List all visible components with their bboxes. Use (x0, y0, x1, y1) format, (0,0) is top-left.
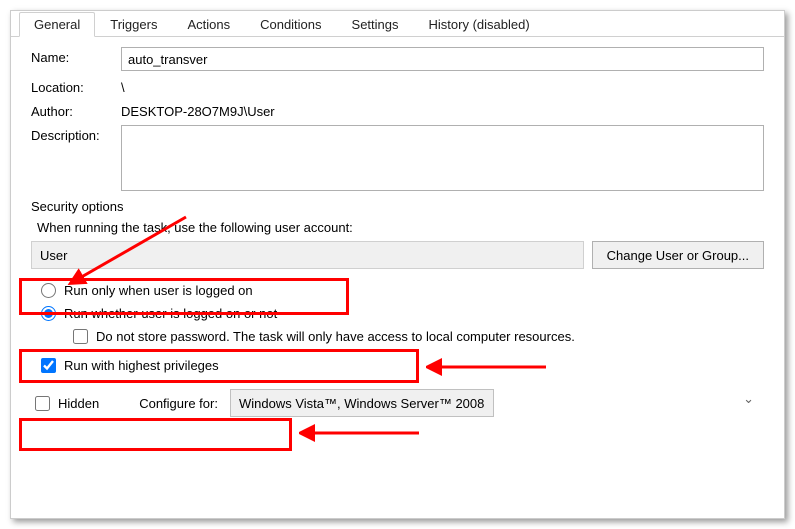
tab-conditions[interactable]: Conditions (245, 12, 336, 37)
tab-content-general: Name: Location: \ Author: DESKTOP-28O7M9… (11, 37, 784, 427)
tab-settings[interactable]: Settings (337, 12, 414, 37)
tab-general[interactable]: General (19, 12, 95, 37)
highest-priv-row[interactable]: Run with highest privileges (31, 354, 764, 377)
run-whether-label: Run whether user is logged on or not (64, 306, 277, 321)
tab-actions[interactable]: Actions (172, 12, 245, 37)
author-label: Author: (31, 101, 121, 119)
run-whether-row[interactable]: Run whether user is logged on or not (31, 302, 764, 325)
tab-bar: General Triggers Actions Conditions Sett… (11, 11, 784, 37)
location-label: Location: (31, 77, 121, 95)
tab-history[interactable]: History (disabled) (414, 12, 545, 37)
name-label: Name: (31, 47, 121, 65)
user-account-display: User (31, 241, 584, 269)
highest-priv-checkbox[interactable] (41, 358, 56, 373)
author-value: DESKTOP-28O7M9J\User (121, 101, 275, 119)
name-input[interactable] (121, 47, 764, 71)
tab-triggers[interactable]: Triggers (95, 12, 172, 37)
when-running-label: When running the task, use the following… (37, 220, 764, 235)
hidden-label: Hidden (58, 396, 99, 411)
do-not-store-label: Do not store password. The task will onl… (96, 329, 575, 344)
run-logged-on-radio[interactable] (41, 283, 56, 298)
configure-for-select[interactable]: Windows Vista™, Windows Server™ 2008 (230, 389, 494, 417)
highest-priv-label: Run with highest privileges (64, 358, 219, 373)
security-options-heading: Security options (31, 199, 764, 214)
do-not-store-checkbox[interactable] (73, 329, 88, 344)
hidden-row[interactable]: Hidden (31, 392, 99, 415)
run-logged-on-row[interactable]: Run only when user is logged on (31, 279, 764, 302)
do-not-store-row[interactable]: Do not store password. The task will onl… (31, 325, 764, 348)
run-whether-radio[interactable] (41, 306, 56, 321)
run-logged-on-label: Run only when user is logged on (64, 283, 253, 298)
change-user-button[interactable]: Change User or Group... (592, 241, 764, 269)
location-value: \ (121, 77, 125, 95)
task-properties-window: General Triggers Actions Conditions Sett… (10, 10, 785, 519)
hidden-checkbox[interactable] (35, 396, 50, 411)
description-label: Description: (31, 125, 121, 143)
description-input[interactable] (121, 125, 764, 191)
configure-for-label: Configure for: (139, 396, 218, 411)
